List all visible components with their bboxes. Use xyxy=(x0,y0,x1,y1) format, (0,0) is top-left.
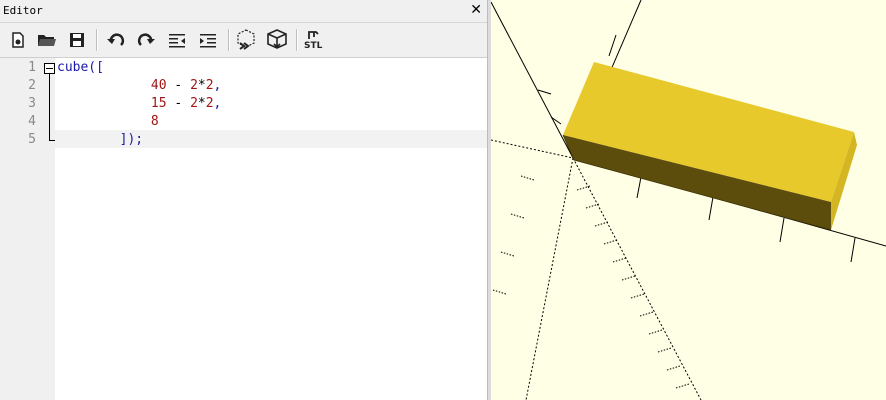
preview-button[interactable] xyxy=(233,27,259,53)
line-number: 3 xyxy=(28,96,36,111)
code-token: - xyxy=(166,78,191,93)
undo-icon xyxy=(107,33,125,46)
code-line: 8 xyxy=(57,113,159,131)
redo-icon xyxy=(137,33,155,46)
axis-ticks-negative xyxy=(492,175,690,389)
code-line: ]); xyxy=(57,131,143,149)
code-token: 8 xyxy=(150,114,159,129)
new-file-button[interactable] xyxy=(5,27,31,53)
line-number: 4 xyxy=(28,114,36,129)
new-file-icon xyxy=(12,32,24,48)
line-number: 1 xyxy=(28,60,36,75)
save-icon xyxy=(70,33,84,47)
axis-line xyxy=(491,1,574,159)
toolbar-separator xyxy=(296,29,298,51)
code-token: * xyxy=(197,96,206,111)
code-line: cube([ xyxy=(57,59,104,77)
axis-line-negative xyxy=(525,157,574,400)
indent-button[interactable] xyxy=(195,27,221,53)
code-token: 2 xyxy=(205,96,214,111)
code-token: ]); xyxy=(119,132,144,147)
toolbar-separator xyxy=(96,29,98,51)
line-number: 5 xyxy=(28,132,36,147)
close-icon[interactable]: ✕ xyxy=(470,2,482,18)
code-line: 15 - 2*2, xyxy=(57,95,221,113)
code-token: - xyxy=(166,96,191,111)
axis-line-negative xyxy=(572,157,702,400)
unindent-button[interactable] xyxy=(164,27,190,53)
3d-viewport[interactable] xyxy=(491,0,886,400)
code-token: , xyxy=(213,96,222,111)
fold-toggle-icon[interactable] xyxy=(44,63,55,74)
unindent-icon xyxy=(169,34,185,48)
open-file-button[interactable] xyxy=(34,27,60,53)
folder-open-icon xyxy=(38,35,56,46)
code-token: cube([ xyxy=(57,60,104,75)
code-token: * xyxy=(197,78,206,93)
export-stl-button[interactable]: STL xyxy=(302,27,328,53)
code-token: 2 xyxy=(205,78,214,93)
undo-button[interactable] xyxy=(103,27,129,53)
editor-title: Editor xyxy=(3,4,43,17)
axis-line-negative xyxy=(491,139,574,159)
code-token: 2 xyxy=(190,96,198,111)
fold-guide xyxy=(49,74,50,140)
fold-guide-end xyxy=(49,140,55,141)
toolbar-separator xyxy=(228,29,230,51)
code-token: 15 xyxy=(150,96,167,111)
viewport-canvas xyxy=(491,0,886,400)
code-editor[interactable]: 1 2 3 4 5 cube([ 40 - 2*2, 15 - 2*2, 8 ]… xyxy=(0,58,487,400)
code-token: 40 xyxy=(150,78,167,93)
save-file-button[interactable] xyxy=(64,27,90,53)
editor-toolbar: STL xyxy=(0,23,487,58)
preview-icon xyxy=(237,29,255,50)
indent-icon xyxy=(200,34,216,48)
editor-pane: Editor ✕ STL 1 2 3 4 5 cube([40 - 2*2, … xyxy=(0,0,487,400)
render-icon xyxy=(267,29,287,49)
line-number: 2 xyxy=(28,78,36,93)
redo-button[interactable] xyxy=(133,27,159,53)
code-line: 40 - 2*2, xyxy=(57,77,221,95)
editor-titlebar: Editor ✕ xyxy=(0,0,487,23)
code-token: 2 xyxy=(190,78,198,93)
render-button[interactable] xyxy=(264,27,290,53)
code-token: , xyxy=(213,78,222,93)
stl-label: STL xyxy=(304,41,323,51)
